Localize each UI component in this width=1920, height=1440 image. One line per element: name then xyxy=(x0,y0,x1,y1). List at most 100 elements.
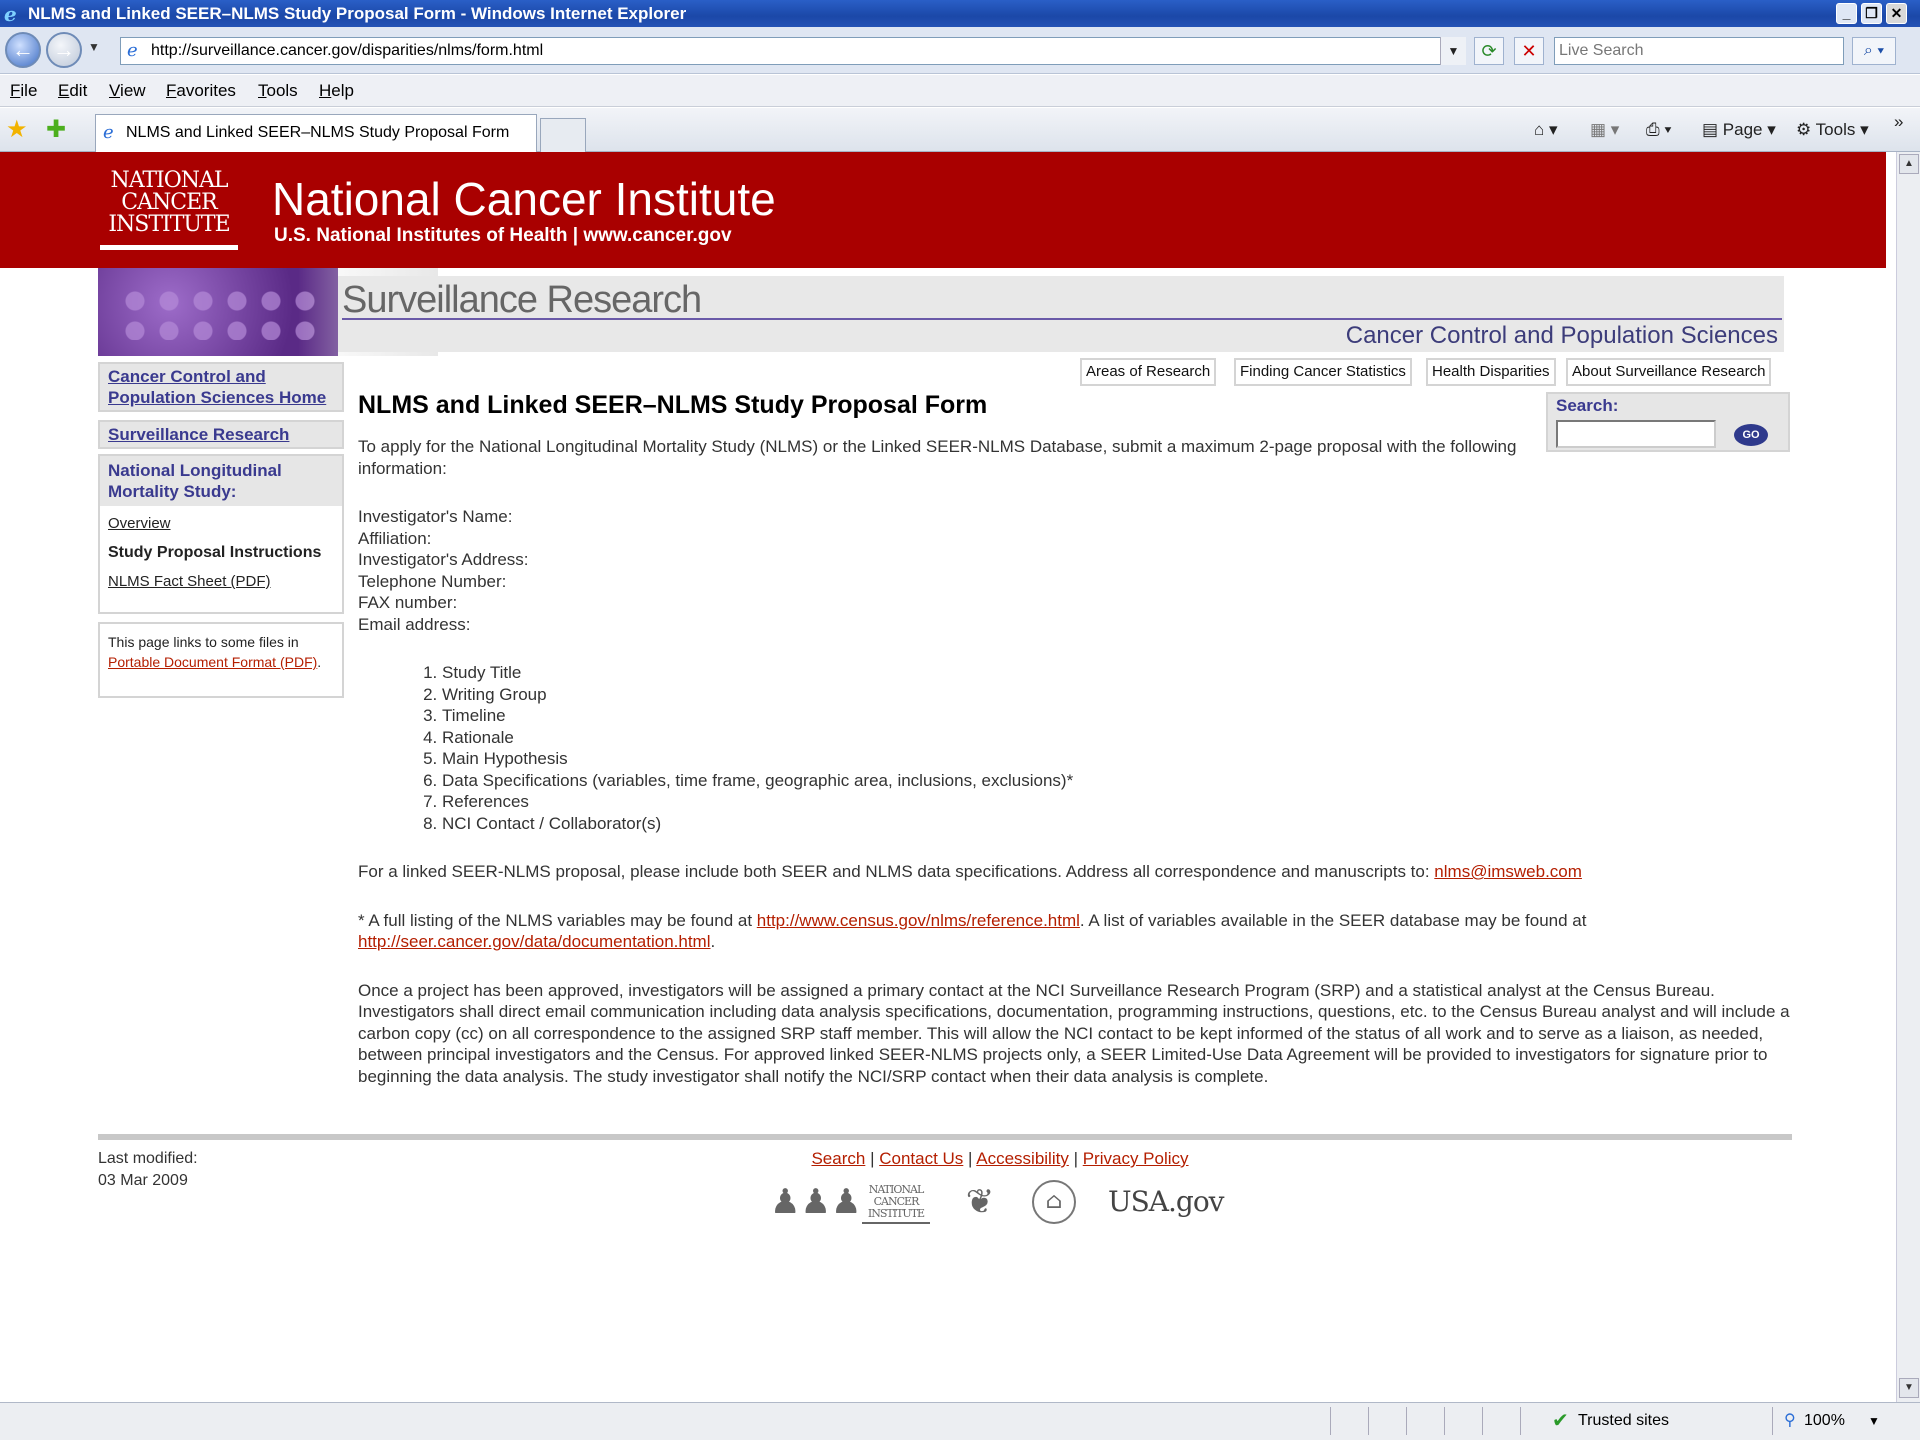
variables-note-text: * A full listing of the NLMS variables m… xyxy=(358,910,757,930)
footer-contact-link[interactable]: Contact Us xyxy=(879,1149,963,1168)
variables-note-paragraph: * A full listing of the NLMS variables m… xyxy=(358,910,1790,953)
window-title: NLMS and Linked SEER–NLMS Study Proposal… xyxy=(28,4,687,23)
scroll-down-icon[interactable]: ▼ xyxy=(1899,1378,1919,1398)
menu-view[interactable]: View xyxy=(109,75,146,107)
tab-health-disparities[interactable]: Health Disparities xyxy=(1426,358,1556,386)
section-title: Surveillance Research xyxy=(342,279,702,321)
last-modified-date: 03 Mar 2009 xyxy=(98,1172,188,1189)
address-url: http://surveillance.cancer.gov/dispariti… xyxy=(151,42,544,59)
page-viewport: NATIONAL CANCER INSTITUTE National Cance… xyxy=(0,152,1896,1402)
sidebar-item-fact-sheet[interactable]: NLMS Fact Sheet (PDF) xyxy=(100,570,342,593)
zoom-level[interactable]: 100% xyxy=(1804,1403,1845,1439)
nih-seal-icon[interactable]: ⌂ xyxy=(1032,1180,1076,1224)
vertical-scrollbar[interactable]: ▲ ▼ xyxy=(1896,152,1920,1402)
address-input[interactable]: e http://surveillance.cancer.gov/dispari… xyxy=(120,37,1466,65)
menu-edit[interactable]: Edit xyxy=(58,75,87,107)
variables-note-middle: . A list of variables available in the S… xyxy=(1079,910,1587,930)
tools-menu-label: Tools xyxy=(1815,120,1856,139)
hhs-eagle-icon[interactable]: ❦ xyxy=(958,1180,1002,1224)
close-window-button[interactable]: ✕ xyxy=(1886,3,1907,24)
field-label: FAX number: xyxy=(358,593,458,612)
tab-about-surveillance-research[interactable]: About Surveillance Research xyxy=(1566,358,1772,386)
section-subtitle: Cancer Control and Population Sciences xyxy=(1345,322,1778,349)
menu-help[interactable]: Help xyxy=(319,75,354,107)
menu-tools[interactable]: Tools xyxy=(258,75,298,107)
sidebar-nlms-heading: National Longitudinal Mortality Study: xyxy=(100,456,342,506)
scroll-up-icon[interactable]: ▲ xyxy=(1899,154,1919,174)
approval-paragraph: Once a project has been approved, invest… xyxy=(358,980,1790,1086)
usa-gov-logo[interactable]: USA.gov xyxy=(1108,1180,1225,1224)
tab-current[interactable]: e NLMS and Linked SEER–NLMS Study Propos… xyxy=(95,114,537,152)
window-title-bar: e NLMS and Linked SEER–NLMS Study Propos… xyxy=(0,0,1920,27)
security-zone[interactable]: Trusted sites xyxy=(1578,1403,1669,1439)
nci-banner: NATIONAL CANCER INSTITUTE National Cance… xyxy=(0,152,1886,268)
nci-logo[interactable]: NATIONAL CANCER INSTITUTE xyxy=(100,170,238,250)
page-menu[interactable]: ▤ Page ▾ xyxy=(1702,118,1776,142)
list-item: Study Title xyxy=(442,662,1790,684)
stop-icon[interactable]: ✕ xyxy=(1514,37,1544,65)
field-label: Affiliation: xyxy=(358,528,432,548)
sidebar-item-study-proposal[interactable]: Study Proposal Instructions xyxy=(100,541,342,564)
minimize-button[interactable]: _ xyxy=(1836,3,1857,24)
address-toolbar: ← → ▼ e http://surveillance.cancer.gov/d… xyxy=(0,27,1920,74)
nci-title[interactable]: National Cancer Institute xyxy=(272,172,776,226)
sidebar-sr-box: Surveillance Research xyxy=(98,420,344,449)
surveillance-banner: Surveillance Research Cancer Control and… xyxy=(98,268,1788,356)
pdf-note-box: This page links to some files in Portabl… xyxy=(98,622,344,698)
list-item: NCI Contact / Collaborator(s) xyxy=(442,813,1790,835)
print-icon[interactable]: ⎙ ▾ xyxy=(1646,118,1671,142)
linked-proposal-text: For a linked SEER-NLMS proposal, please … xyxy=(358,862,1435,881)
history-dropdown-icon[interactable]: ▼ xyxy=(88,40,100,54)
variables-note-suffix: . xyxy=(710,932,716,951)
pdf-format-link[interactable]: Portable Document Format (PDF) xyxy=(108,654,317,670)
refresh-icon[interactable]: ⟳ xyxy=(1474,37,1504,65)
field-label: Investigator's Name: xyxy=(358,507,513,526)
sidebar-item-ccps-home[interactable]: Cancer Control and Population Sciences H… xyxy=(108,367,326,407)
home-icon[interactable]: ⌂ ▾ xyxy=(1534,118,1558,142)
new-tab-button[interactable] xyxy=(540,118,586,152)
address-dropdown-icon[interactable]: ▼ xyxy=(1440,37,1466,65)
sidebar-item-surveillance-research[interactable]: Surveillance Research xyxy=(108,425,289,444)
back-button[interactable]: ← xyxy=(5,32,41,68)
nlms-email-link[interactable]: nlms@imsweb.com xyxy=(1434,862,1582,881)
seer-documentation-link[interactable]: http://seer.cancer.gov/data/documentatio… xyxy=(358,932,711,951)
feeds-icon[interactable]: ▦ ▾ xyxy=(1590,118,1619,142)
forward-button[interactable]: → xyxy=(46,32,82,68)
footer-accessibility-link[interactable]: Accessibility xyxy=(976,1149,1069,1168)
zoom-icon: ⚲ xyxy=(1784,1412,1796,1429)
footer-links: Search | Contact Us | Accessibility | Pr… xyxy=(811,1149,1189,1168)
footer-search-link[interactable]: Search xyxy=(811,1149,865,1168)
menu-bar: File Edit View Favorites Tools Help xyxy=(0,75,1920,107)
tab-page-icon: e xyxy=(103,122,114,143)
zoom-dropdown-icon[interactable]: ▼ xyxy=(1868,1403,1880,1439)
page-title: NLMS and Linked SEER–NLMS Study Proposal… xyxy=(358,391,988,419)
nci-logo-line: CANCER xyxy=(121,190,217,215)
sidebar-nlms-box: National Longitudinal Mortality Study: O… xyxy=(98,454,344,614)
list-item: Main Hypothesis xyxy=(442,748,1790,770)
census-reference-link[interactable]: http://www.census.gov/nlms/reference.htm… xyxy=(757,911,1080,930)
nci-subtitle[interactable]: U.S. National Institutes of Health | www… xyxy=(274,224,732,248)
search-magnifier-icon[interactable]: ⌕ ▾ xyxy=(1852,37,1896,65)
tab-areas-of-research[interactable]: Areas of Research xyxy=(1080,358,1217,386)
hhs-people-icon[interactable]: ♟♟♟ xyxy=(770,1180,861,1224)
nci-footer-logo[interactable]: NATIONAL CANCER INSTITUTE xyxy=(862,1180,930,1224)
footer-privacy-link[interactable]: Privacy Policy xyxy=(1083,1149,1189,1168)
tab-bar: ★ ✚ e NLMS and Linked SEER–NLMS Study Pr… xyxy=(0,108,1920,152)
list-item: References xyxy=(442,791,1790,813)
footer-divider xyxy=(98,1134,1792,1140)
chevron-right-icon[interactable]: » xyxy=(1894,110,1903,134)
live-search-input[interactable]: Live Search xyxy=(1554,37,1844,65)
tab-finding-cancer-statistics[interactable]: Finding Cancer Statistics xyxy=(1234,358,1412,386)
last-modified-label: Last modified: xyxy=(98,1150,198,1167)
menu-favorites[interactable]: Favorites xyxy=(166,75,236,107)
menu-file[interactable]: File xyxy=(10,75,37,107)
live-search-placeholder: Live Search xyxy=(1559,42,1644,59)
add-favorite-icon[interactable]: ✚ xyxy=(46,116,66,144)
list-item: Data Specifications (variables, time fra… xyxy=(442,770,1790,792)
tools-menu[interactable]: ⚙ Tools ▾ xyxy=(1796,118,1869,142)
sidebar-item-overview[interactable]: Overview xyxy=(100,512,342,535)
list-item: Writing Group xyxy=(442,684,1790,706)
restore-button[interactable]: ❐ xyxy=(1861,3,1882,24)
field-label: Investigator's Address: xyxy=(358,550,529,569)
favorites-star-icon[interactable]: ★ xyxy=(6,116,28,144)
